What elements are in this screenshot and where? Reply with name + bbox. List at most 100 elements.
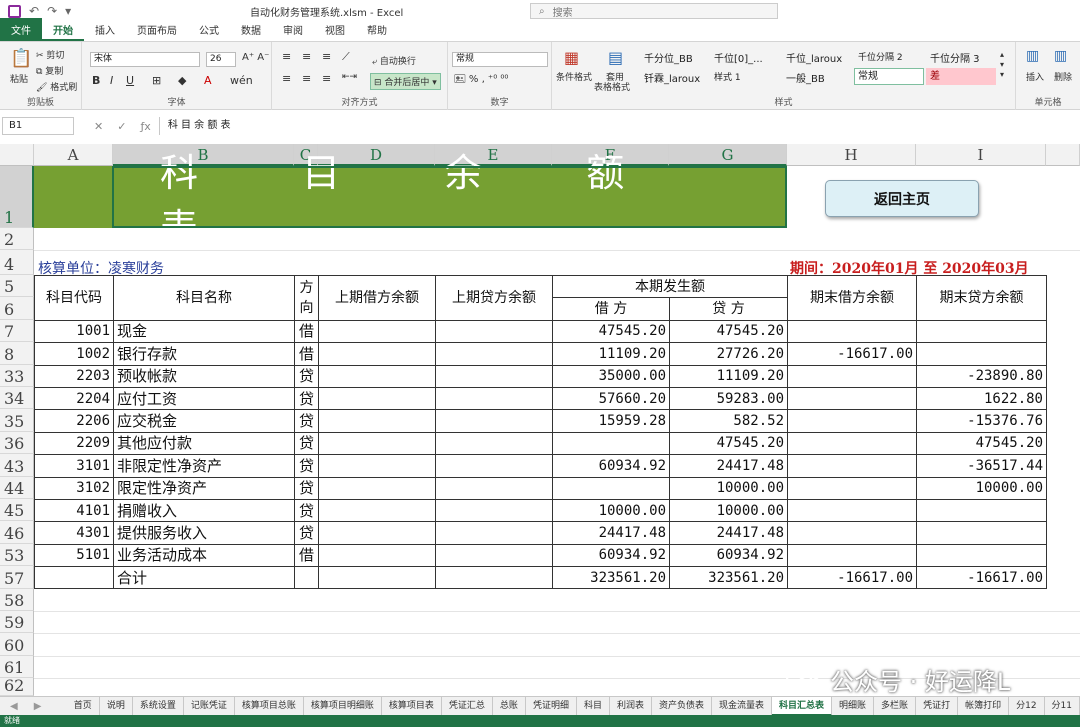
row-header[interactable]: 57 (0, 566, 34, 589)
font-size-select[interactable]: 26 (206, 52, 236, 67)
sheet-tab[interactable]: 核算项目明细账 (304, 696, 382, 716)
style-cell[interactable]: 千位分隔 2 (858, 50, 903, 63)
credit-cell[interactable]: 59283.00 (669, 386, 788, 411)
code-cell[interactable]: 2209 (34, 431, 114, 456)
align-right-icon[interactable]: ≡ (322, 72, 331, 85)
code-cell[interactable]: 2204 (34, 386, 114, 411)
cut-button[interactable]: ✂ 剪切 (36, 48, 64, 61)
end-credit-cell[interactable]: 47545.20 (916, 431, 1047, 456)
begin-credit-cell[interactable] (435, 386, 553, 411)
debit-cell[interactable]: 47545.20 (552, 319, 670, 344)
delete-cells-button[interactable]: 删除 (1054, 70, 1072, 83)
row-header[interactable]: 1 (0, 166, 34, 228)
debit-cell[interactable] (552, 431, 670, 456)
end-credit-cell[interactable] (916, 521, 1047, 545)
row-header[interactable]: 43 (0, 454, 34, 477)
begin-credit-cell[interactable] (435, 543, 553, 568)
code-cell[interactable]: 2206 (34, 409, 114, 433)
tab-review[interactable]: 审阅 (272, 22, 314, 41)
credit-cell[interactable]: 24417.48 (669, 454, 788, 478)
style-cell[interactable]: 千分位_BB (644, 50, 693, 65)
end-credit-cell[interactable] (916, 543, 1047, 568)
row-header[interactable]: 36 (0, 431, 34, 455)
tab-page-layout[interactable]: 页面布局 (126, 22, 188, 41)
style-cell[interactable]: 样式 1 (714, 70, 741, 83)
begin-debit-cell[interactable] (318, 319, 436, 344)
begin-credit-cell[interactable] (435, 431, 553, 456)
begin-debit-cell[interactable] (318, 364, 436, 388)
tab-home[interactable]: 开始 (42, 22, 84, 41)
font-name-select[interactable]: 宋体 (90, 52, 200, 67)
merge-center-button[interactable]: ⊟ 合并后居中 ▾ (370, 73, 441, 90)
sheet-tab[interactable]: 凭证打 (916, 696, 959, 716)
sheet-tab[interactable]: 利润表 (610, 696, 652, 716)
begin-credit-cell[interactable] (435, 364, 553, 388)
save-icon[interactable] (8, 4, 21, 18)
column-header-i[interactable]: I (916, 144, 1046, 166)
end-credit-cell[interactable] (916, 319, 1047, 344)
prev-sheet-icon[interactable]: ◀ (10, 701, 18, 712)
sheet-tab[interactable]: 首页 (67, 696, 100, 716)
align-left-icon[interactable]: ≡ (282, 72, 291, 85)
sheet-tab[interactable]: 核算项目表 (382, 696, 442, 716)
name-cell[interactable]: 应交税金 (113, 409, 295, 433)
sheet-tab[interactable]: 科目 (577, 696, 610, 716)
conditional-format-icon[interactable]: ▦ (564, 48, 579, 67)
row-header[interactable]: 59 (0, 611, 34, 634)
row-header[interactable]: 4 (0, 250, 34, 275)
header-end-credit[interactable]: 期末贷方余额 (916, 275, 1047, 321)
orientation-icon[interactable]: ⟋ (342, 50, 350, 64)
direction-cell[interactable]: 贷 (294, 364, 319, 388)
tab-view[interactable]: 视图 (314, 22, 356, 41)
debit-cell[interactable]: 11109.20 (552, 342, 670, 366)
style-cell[interactable]: 千位_laroux (786, 50, 842, 65)
code-cell[interactable]: 3102 (34, 476, 114, 500)
paste-button[interactable]: 粘贴 (10, 72, 28, 85)
begin-debit-cell[interactable] (318, 476, 436, 500)
begin-credit-cell[interactable] (435, 319, 553, 344)
name-cell[interactable]: 合计 (113, 566, 295, 590)
credit-cell[interactable]: 582.52 (669, 409, 788, 433)
sheet-tab[interactable]: 明细账 (832, 696, 875, 716)
delete-cells-icon[interactable]: ▥ (1054, 48, 1067, 64)
header-code[interactable]: 科目代码 (34, 275, 114, 321)
next-sheet-icon[interactable]: ▶ (34, 701, 42, 712)
end-debit-cell[interactable]: -16617.00 (787, 566, 917, 590)
sheet-tab[interactable]: 系统设置 (133, 696, 184, 716)
align-middle-icon[interactable]: ≡ (302, 50, 311, 63)
end-credit-cell[interactable]: -36517.44 (916, 454, 1047, 478)
code-cell[interactable]: 3101 (34, 454, 114, 478)
credit-cell[interactable]: 10000.00 (669, 476, 788, 500)
column-header-next[interactable] (1046, 144, 1080, 166)
end-debit-cell[interactable]: -16617.00 (787, 342, 917, 366)
align-bottom-icon[interactable]: ≡ (322, 50, 331, 63)
row-header[interactable]: 44 (0, 476, 34, 499)
begin-debit-cell[interactable] (318, 409, 436, 433)
begin-debit-cell[interactable] (318, 543, 436, 568)
debit-cell[interactable]: 35000.00 (552, 364, 670, 388)
sheet-tab[interactable]: 科目汇总表 (772, 696, 833, 716)
cancel-icon[interactable]: ✕ (94, 120, 103, 133)
debit-cell[interactable]: 10000.00 (552, 498, 670, 523)
align-top-icon[interactable]: ≡ (282, 50, 291, 63)
row-header[interactable]: 60 (0, 633, 34, 656)
credit-cell[interactable]: 47545.20 (669, 319, 788, 344)
end-credit-cell[interactable]: -15376.76 (916, 409, 1047, 433)
paste-icon[interactable]: 📋 (10, 48, 32, 69)
style-bad[interactable]: 差 (926, 68, 996, 85)
debit-cell[interactable]: 57660.20 (552, 386, 670, 411)
sheet-tab[interactable]: 帐簿打印 (958, 696, 1010, 716)
begin-credit-cell[interactable] (435, 476, 553, 500)
end-credit-cell[interactable]: -23890.80 (916, 364, 1047, 388)
begin-debit-cell[interactable] (318, 454, 436, 478)
worksheet-grid[interactable]: A B C D E F G H I 1 2 4 5 6 7 8 33 34 35… (0, 144, 1080, 696)
name-cell[interactable]: 限定性净资产 (113, 476, 295, 500)
end-debit-cell[interactable] (787, 431, 917, 456)
credit-cell[interactable]: 24417.48 (669, 521, 788, 545)
border-icon[interactable]: ⊞ (152, 74, 161, 87)
code-cell[interactable]: 4101 (34, 498, 114, 523)
begin-credit-cell[interactable] (435, 342, 553, 366)
sheet-tab[interactable]: 凭证明细 (526, 696, 577, 716)
debit-cell[interactable]: 60934.92 (552, 543, 670, 568)
credit-cell[interactable]: 323561.20 (669, 566, 788, 590)
